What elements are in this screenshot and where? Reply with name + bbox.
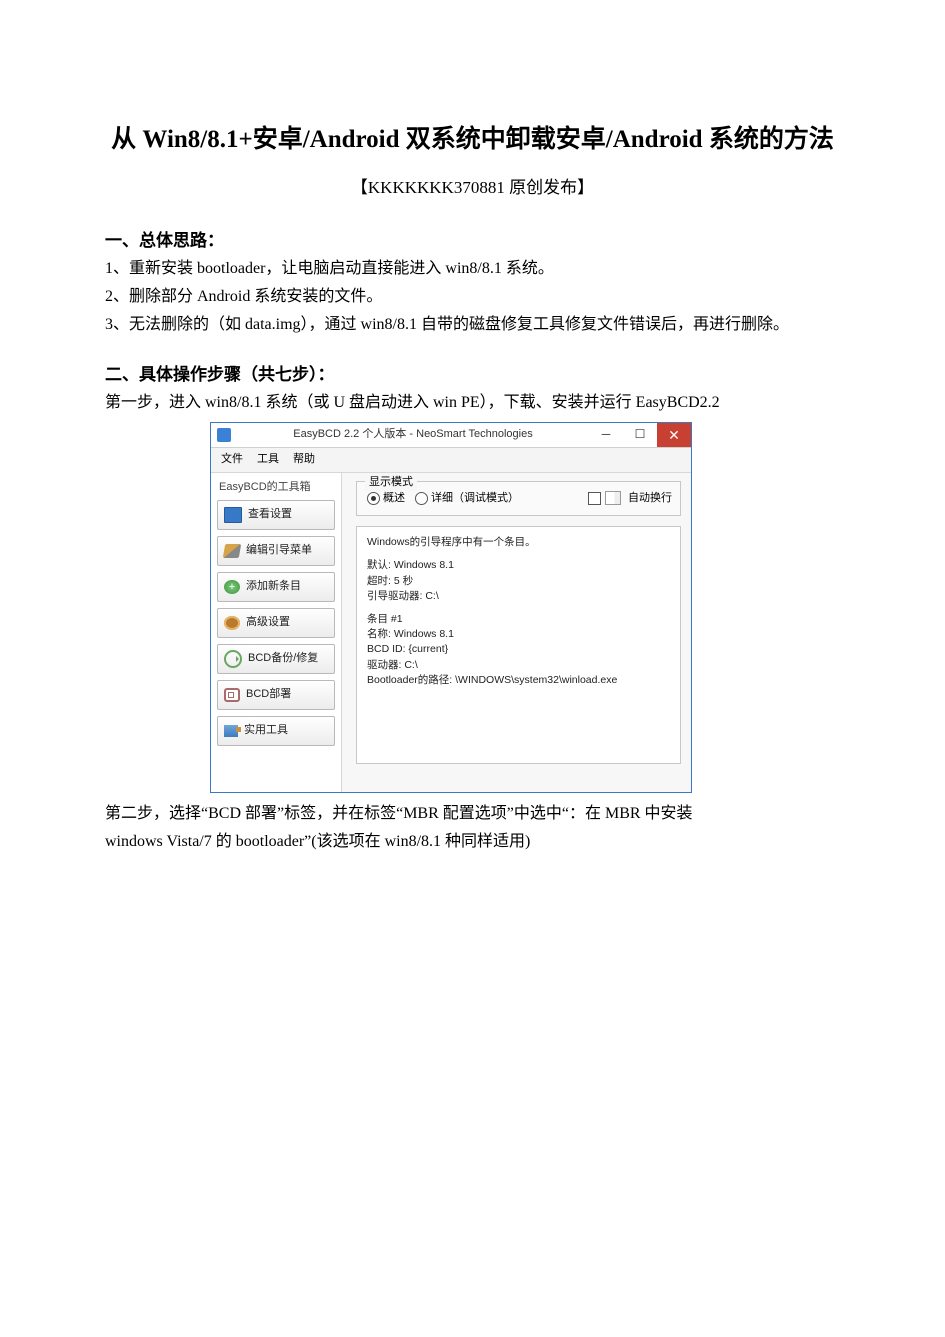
easybcd-window: EasyBCD 2.2 个人版本 - NeoSmart Technologies… (210, 422, 692, 793)
sidebar-utilities[interactable]: 实用工具 (217, 716, 335, 746)
radio-dot-icon (367, 492, 380, 505)
checkbox-autowrap[interactable]: 自动换行 (588, 490, 672, 508)
radio-circle-icon (415, 492, 428, 505)
sec2-line1: 第一步，进入 win8/8.1 系统（或 U 盘启动进入 win PE），下载、… (105, 390, 840, 416)
wrap-icon (605, 491, 621, 505)
detail-line: 名称: Windows 8.1 (367, 627, 670, 642)
sidebar-view-settings[interactable]: 查看设置 (217, 500, 335, 530)
detail-line: 默认: Windows 8.1 (367, 558, 670, 573)
step2-line-b: windows Vista/7 的 bootloader”(该选项在 win8/… (105, 829, 840, 855)
section-2-head: 二、具体操作步骤（共七步）： (105, 361, 840, 388)
sidebar-label: BCD备份/修复 (248, 650, 318, 668)
content-pane: 显示模式 概述 详细（调试模式） 自动换行 (342, 473, 691, 793)
menu-file[interactable]: 文件 (221, 451, 243, 469)
sidebar-label: 实用工具 (244, 722, 288, 740)
detail-line: BCD ID: {current} (367, 642, 670, 657)
sec1-line1: 1、重新安装 bootloader，让电脑启动直接能进入 win8/8.1 系统… (105, 256, 840, 282)
sidebar-label: 编辑引导菜单 (246, 542, 312, 560)
titlebar[interactable]: EasyBCD 2.2 个人版本 - NeoSmart Technologies… (211, 423, 691, 448)
monitor-icon (224, 507, 242, 523)
doc-title: 从 Win8/8.1+安卓/Android 双系统中卸载安卓/Android 系… (105, 120, 840, 160)
sidebar-advanced[interactable]: 高级设置 (217, 608, 335, 638)
doc-author: 【KKKKKKK370881 原创发布】 (105, 174, 840, 201)
checkbox-label: 自动换行 (628, 490, 672, 508)
section-1-head: 一、总体思路： (105, 227, 840, 254)
detail-line: 超时: 5 秒 (367, 574, 670, 589)
radio-label: 详细（调试模式） (431, 490, 519, 508)
add-icon (224, 580, 240, 594)
sidebar-label: 查看设置 (248, 506, 292, 524)
maximize-button[interactable]: ☐ (623, 423, 657, 447)
close-button[interactable]: ✕ (657, 423, 691, 447)
sidebar-title: EasyBCD的工具箱 (219, 479, 335, 497)
display-mode-group: 显示模式 概述 详细（调试模式） 自动换行 (356, 481, 681, 517)
sidebar-label: 添加新条目 (246, 578, 301, 596)
sidebar: EasyBCD的工具箱 查看设置 编辑引导菜单 添加新条目 高级设置 (211, 473, 342, 793)
sidebar-label: BCD部署 (246, 686, 291, 704)
menubar[interactable]: 文件 工具 帮助 (211, 448, 691, 473)
step2-line-a: 第二步，选择“BCD 部署”标签，并在标签“MBR 配置选项”中选中“：在 MB… (105, 801, 840, 827)
tools-icon (224, 725, 238, 737)
radio-overview[interactable]: 概述 (367, 490, 405, 508)
details-textbox[interactable]: Windows的引导程序中有一个条目。 默认: Windows 8.1 超时: … (356, 526, 681, 764)
refresh-icon (224, 650, 242, 668)
group-legend: 显示模式 (365, 474, 417, 492)
detail-line: Bootloader的路径: \WINDOWS\system32\winload… (367, 673, 670, 688)
sidebar-edit-boot-menu[interactable]: 编辑引导菜单 (217, 536, 335, 566)
checkbox-icon (588, 492, 601, 505)
window-title: EasyBCD 2.2 个人版本 - NeoSmart Technologies (237, 426, 589, 444)
sidebar-bcd-deploy[interactable]: BCD部署 (217, 680, 335, 710)
sec1-line2: 2、删除部分 Android 系统安装的文件。 (105, 284, 840, 310)
radio-detailed[interactable]: 详细（调试模式） (415, 490, 519, 508)
sidebar-add-entry[interactable]: 添加新条目 (217, 572, 335, 602)
pencil-icon (223, 544, 241, 558)
detail-line: 驱动器: C:\ (367, 658, 670, 673)
app-icon (217, 428, 231, 442)
sidebar-bcd-backup[interactable]: BCD备份/修复 (217, 644, 335, 674)
deploy-icon (224, 688, 240, 702)
sidebar-label: 高级设置 (246, 614, 290, 632)
detail-line: 引导驱动器: C:\ (367, 589, 670, 604)
menu-tools[interactable]: 工具 (257, 451, 279, 469)
sec1-line3: 3、无法删除的（如 data.img），通过 win8/8.1 自带的磁盘修复工… (105, 312, 840, 338)
gear-icon (224, 616, 240, 630)
detail-line: 条目 #1 (367, 612, 670, 627)
radio-label: 概述 (383, 490, 405, 508)
detail-line: Windows的引导程序中有一个条目。 (367, 535, 670, 550)
menu-help[interactable]: 帮助 (293, 451, 315, 469)
minimize-button[interactable]: ─ (589, 423, 623, 447)
